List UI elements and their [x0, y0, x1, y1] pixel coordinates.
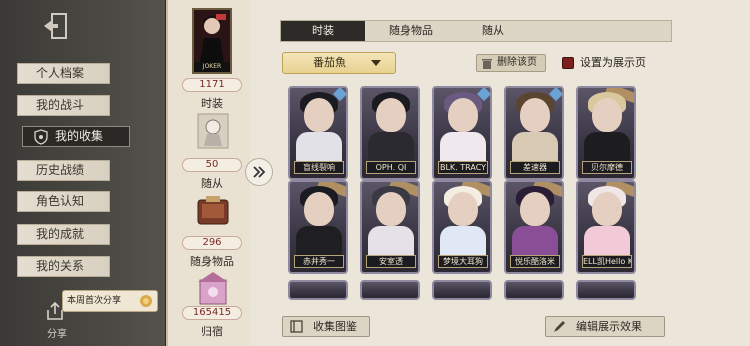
sidebar-item-relations[interactable]: 我的关系 [17, 256, 110, 277]
avatar-figure-icon [194, 10, 230, 62]
sidebar-item-history[interactable]: 历史战绩 [17, 160, 110, 181]
trash-icon [482, 59, 492, 69]
sidebar-item-label: 我的收集 [55, 129, 104, 143]
sidebar-item-achievements[interactable]: 我的成就 [17, 224, 110, 245]
collection-album-button[interactable]: 收集图鉴 [282, 316, 370, 337]
delete-page-button[interactable]: 删除该页 [476, 54, 546, 72]
double-chevron-right-icon [253, 166, 266, 178]
home-icon [198, 272, 228, 305]
sidebar-item-character[interactable]: 角色认知 [17, 191, 110, 212]
card-name: 贝尔摩德 [582, 161, 632, 174]
book-icon [290, 320, 303, 333]
share-popup-text: 本周首次分享 [67, 296, 122, 306]
share-popup[interactable]: 本周首次分享 [62, 290, 158, 312]
costume-card[interactable] [576, 280, 636, 300]
dropdown-value: 番茄魚 [313, 56, 346, 69]
sidebar-item-collection[interactable]: 我的收集 [22, 126, 130, 147]
sidebar-item-label: 个人档案 [36, 66, 85, 80]
card-name: 梦境大耳狗 [438, 255, 488, 268]
gold-reward-icon [140, 295, 152, 307]
stats-column: JOKER 1171 时装 50 随从 296 随身物品 165415 归宿 [166, 0, 250, 346]
costume-card[interactable]: 赤井秀一 [288, 180, 348, 274]
card-name: BLK. TRACY [438, 161, 488, 174]
tab-items[interactable]: 随身物品 [369, 21, 453, 41]
home-label: 归宿 [201, 325, 223, 338]
costume-card[interactable] [288, 280, 348, 300]
sidebar-item-battle[interactable]: 我的战斗 [17, 95, 110, 116]
card-name: 盲线裂响 [294, 161, 344, 174]
costume-card[interactable]: 盲线裂响 [288, 86, 348, 180]
item-icon [197, 196, 229, 225]
set-showcase-toggle[interactable]: 设置为展示页 [562, 55, 662, 71]
follower-label: 随从 [201, 177, 223, 190]
tab-followers[interactable]: 随从 [457, 21, 529, 41]
card-name: 悦乐酷洛米 [510, 255, 560, 268]
sidebar-item-label: 我的战斗 [36, 98, 85, 112]
sidebar-item-label: 我的关系 [36, 259, 85, 273]
costume-card[interactable] [360, 280, 420, 300]
costume-label: 时装 [201, 97, 223, 110]
costume-card[interactable]: OPH. QI [360, 86, 420, 180]
costume-card[interactable] [432, 280, 492, 300]
share-label[interactable]: 分享 [47, 325, 67, 340]
card-name: OPH. QI [366, 161, 416, 174]
follower-icon [197, 113, 229, 149]
tab-costume[interactable]: 时装 [281, 21, 365, 41]
sidebar-item-profile[interactable]: 个人档案 [17, 63, 110, 84]
page-select-dropdown[interactable]: 番茄魚 [282, 52, 396, 74]
avatar[interactable]: JOKER [192, 8, 232, 74]
showcase-label: 设置为展示页 [580, 56, 646, 69]
costume-count: 1171 [182, 78, 242, 92]
avatar-label: JOKER [194, 62, 230, 72]
card-name: 赤井秀一 [294, 255, 344, 268]
chevron-down-icon [371, 60, 381, 66]
costume-card[interactable]: BLK. TRACY [432, 86, 492, 180]
edit-icon [554, 321, 565, 332]
checkbox[interactable] [562, 57, 574, 69]
costume-card[interactable]: 贝尔摩德 [576, 86, 636, 180]
card-name: ELL凯Hello Kitty [582, 255, 632, 268]
costume-card[interactable]: ELL凯Hello Kitty [576, 180, 636, 274]
costume-card[interactable]: 差速器 [504, 86, 564, 180]
follower-count: 50 [182, 158, 242, 172]
tab-bar: 时装 随身物品 随从 [280, 20, 672, 42]
exit-icon[interactable] [42, 12, 72, 40]
expand-button[interactable] [245, 158, 273, 186]
card-name: 安室透 [366, 255, 416, 268]
sidebar-item-label: 角色认知 [36, 194, 85, 208]
edit-display-button[interactable]: 编辑展示效果 [545, 316, 665, 337]
collection-album-label: 收集图鉴 [313, 320, 357, 333]
item-count: 296 [182, 236, 242, 250]
card-name: 差速器 [510, 161, 560, 174]
home-count: 165415 [182, 306, 242, 320]
costume-card[interactable]: 悦乐酷洛米 [504, 180, 564, 274]
costume-card[interactable]: 安室透 [360, 180, 420, 274]
sidebar-item-label: 我的成就 [36, 227, 85, 241]
item-label: 随身物品 [190, 255, 234, 268]
edit-display-label: 编辑展示效果 [576, 320, 642, 333]
shield-icon [34, 129, 48, 145]
delete-page-label: 删除该页 [497, 57, 537, 68]
costume-card[interactable] [504, 280, 564, 300]
costume-card[interactable]: 梦境大耳狗 [432, 180, 492, 274]
sidebar-item-label: 历史战绩 [36, 163, 85, 177]
